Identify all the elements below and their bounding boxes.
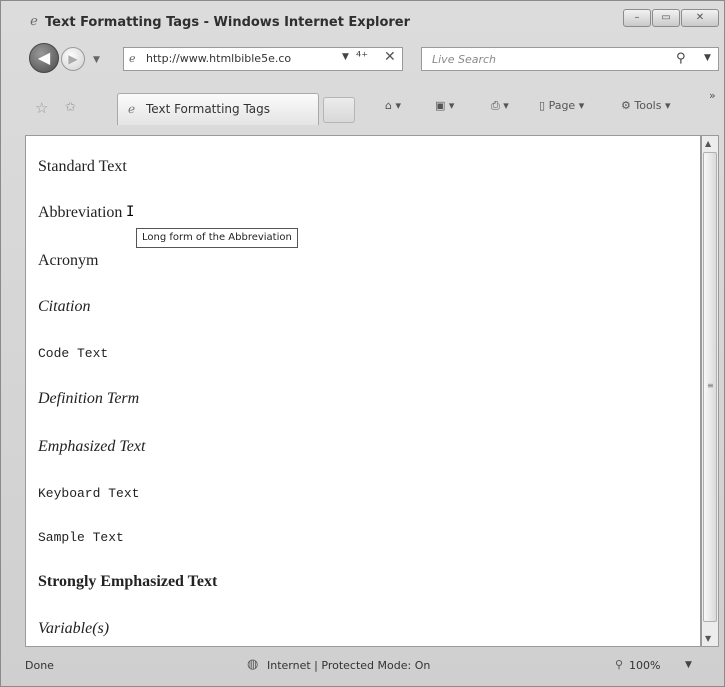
vertical-scrollbar[interactable]: ▲ ≡ ▼: [701, 135, 719, 647]
scrollbar-thumb[interactable]: ≡: [703, 152, 717, 622]
browser-window: ℯ Text Formatting Tags - Windows Interne…: [0, 0, 725, 687]
ie-logo-icon: ℯ: [30, 14, 38, 29]
tab-text-formatting-tags[interactable]: ℯ Text Formatting Tags: [117, 93, 319, 125]
add-favorites-icon[interactable]: ✩: [65, 100, 76, 115]
zoom-icon: ⚲: [615, 658, 624, 671]
refresh-icon[interactable]: ⁴⁺: [356, 50, 368, 65]
tools-menu-label: Tools: [634, 99, 662, 112]
page-menu-label: Page: [548, 99, 576, 112]
address-dropdown-icon[interactable]: ▼: [342, 52, 349, 62]
feeds-icon[interactable]: ▣ ▾: [435, 99, 454, 112]
close-button[interactable]: ✕: [681, 9, 719, 27]
globe-icon: ◍: [247, 657, 259, 672]
address-bar[interactable]: ℯ http://www.htmlbible5e.co ▼ ⁴⁺ ✕: [123, 47, 403, 71]
definition-term-text: Definition Term: [38, 390, 140, 407]
tab-label: Text Formatting Tags: [146, 102, 271, 116]
sample-text: Sample Text: [38, 530, 124, 545]
title-bar: ℯ Text Formatting Tags - Windows Interne…: [1, 1, 724, 37]
forward-button[interactable]: ▶: [61, 47, 85, 71]
scroll-up-icon[interactable]: ▲: [705, 139, 711, 148]
acronym-text: Acronym: [38, 252, 99, 269]
navigation-bar: ◀ ▶ ▼ ℯ http://www.htmlbible5e.co ▼ ⁴⁺ ✕…: [1, 41, 724, 81]
print-icon[interactable]: ⎙ ▾: [491, 99, 509, 113]
keyboard-text: Keyboard Text: [38, 486, 140, 501]
standard-text: Standard Text: [38, 158, 127, 175]
status-text: Done: [25, 659, 54, 672]
security-zone[interactable]: Internet | Protected Mode: On: [267, 659, 430, 672]
tab-bar: ☆ ✩ ℯ Text Formatting Tags ⌂ ▾ ▣ ▾ ⎙ ▾ ▯…: [21, 89, 721, 129]
page-content: Standard Text Abbreviation I Long form o…: [25, 135, 701, 647]
search-input[interactable]: Live Search: [432, 53, 496, 66]
status-bar: Done ◍ Internet | Protected Mode: On ⚲ 1…: [1, 651, 724, 681]
search-box[interactable]: Live Search ⚲ ▼: [421, 47, 719, 71]
emphasized-text: Emphasized Text: [38, 438, 146, 455]
window-title: Text Formatting Tags - Windows Internet …: [45, 15, 411, 30]
home-icon[interactable]: ⌂ ▾: [385, 99, 401, 112]
zoom-dropdown-icon[interactable]: ▼: [685, 660, 692, 670]
search-icon[interactable]: ⚲: [676, 51, 686, 66]
new-tab-button[interactable]: [323, 97, 355, 123]
code-text: Code Text: [38, 346, 109, 361]
page-icon: ▯: [539, 99, 546, 112]
variable-text: Variable(s): [38, 620, 110, 637]
text-cursor-icon: I: [126, 204, 135, 220]
abbreviation-text[interactable]: Abbreviation: [38, 204, 122, 222]
scroll-grip-icon: ≡: [707, 381, 714, 390]
toolbar-overflow-icon[interactable]: »: [709, 89, 716, 102]
page-icon: ℯ: [129, 52, 136, 65]
recent-pages-dropdown-icon[interactable]: ▼: [93, 55, 100, 65]
address-input[interactable]: http://www.htmlbible5e.co: [146, 52, 291, 65]
stop-icon[interactable]: ✕: [384, 49, 396, 65]
scroll-down-icon[interactable]: ▼: [705, 634, 711, 643]
page-menu-button[interactable]: ▯ Page ▾: [539, 99, 584, 112]
search-dropdown-icon[interactable]: ▼: [704, 53, 711, 63]
minimize-button[interactable]: –: [623, 9, 651, 27]
back-button[interactable]: ◀: [29, 43, 59, 73]
gear-icon: ⚙: [621, 99, 631, 112]
tab-page-icon: ℯ: [128, 102, 136, 116]
zoom-level[interactable]: 100%: [629, 659, 660, 672]
favorites-star-icon[interactable]: ☆: [35, 99, 48, 117]
strong-text: Strongly Emphasized Text: [38, 573, 218, 590]
citation-text: Citation: [38, 298, 91, 315]
abbreviation-tooltip: Long form of the Abbreviation: [136, 228, 298, 248]
maximize-button[interactable]: ▭: [652, 9, 680, 27]
tools-menu-button[interactable]: ⚙ Tools ▾: [621, 99, 671, 112]
